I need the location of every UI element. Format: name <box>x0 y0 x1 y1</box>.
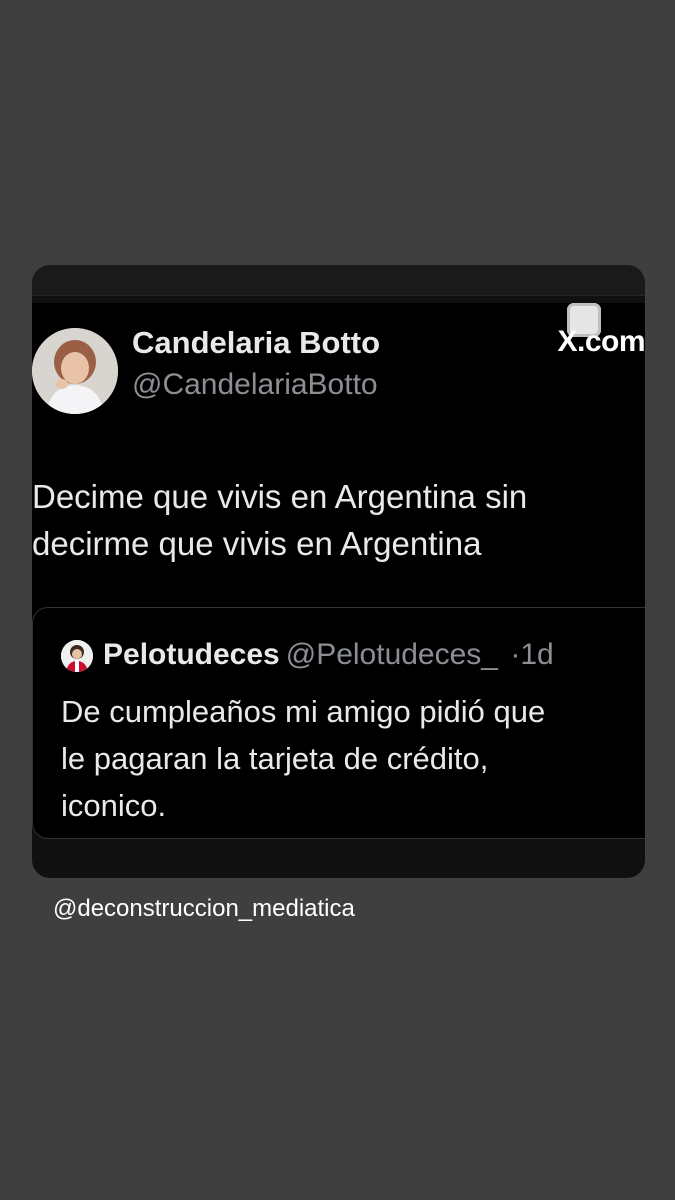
author-avatar-image <box>32 328 118 414</box>
quoted-tweet[interactable]: Pelotudeces @Pelotudeces_ ·1d De cumpleañ… <box>32 607 645 839</box>
source-logo: X.com <box>557 325 645 358</box>
tweet[interactable]: Candelaria Botto @CandelariaBotto X.com … <box>32 303 645 839</box>
quoted-avatar[interactable] <box>61 640 93 672</box>
card-divider <box>32 295 645 296</box>
quoted-text: De cumpleaños mi amigo pidió que le paga… <box>61 694 546 823</box>
quoted-separator: · <box>510 638 521 671</box>
quoted-time[interactable]: 1d <box>520 638 553 671</box>
watermark-handle: @deconstruccion_mediatica <box>53 895 355 922</box>
author-handle[interactable]: @CandelariaBotto <box>132 368 378 402</box>
author-avatar[interactable] <box>32 328 118 414</box>
tweet-text: Decime que vivis en Argentina sin decirm… <box>32 478 528 562</box>
quoted-header: Pelotudeces @Pelotudeces_ ·1d <box>103 638 554 672</box>
quoted-name[interactable]: Pelotudeces <box>103 638 280 671</box>
quoted-avatar-image <box>61 640 93 672</box>
screenshot-card: Candelaria Botto @CandelariaBotto X.com … <box>32 265 645 878</box>
quoted-handle[interactable]: @Pelotudeces_ <box>286 638 498 671</box>
card-top-band <box>32 265 645 295</box>
author-name[interactable]: Candelaria Botto <box>132 325 380 361</box>
